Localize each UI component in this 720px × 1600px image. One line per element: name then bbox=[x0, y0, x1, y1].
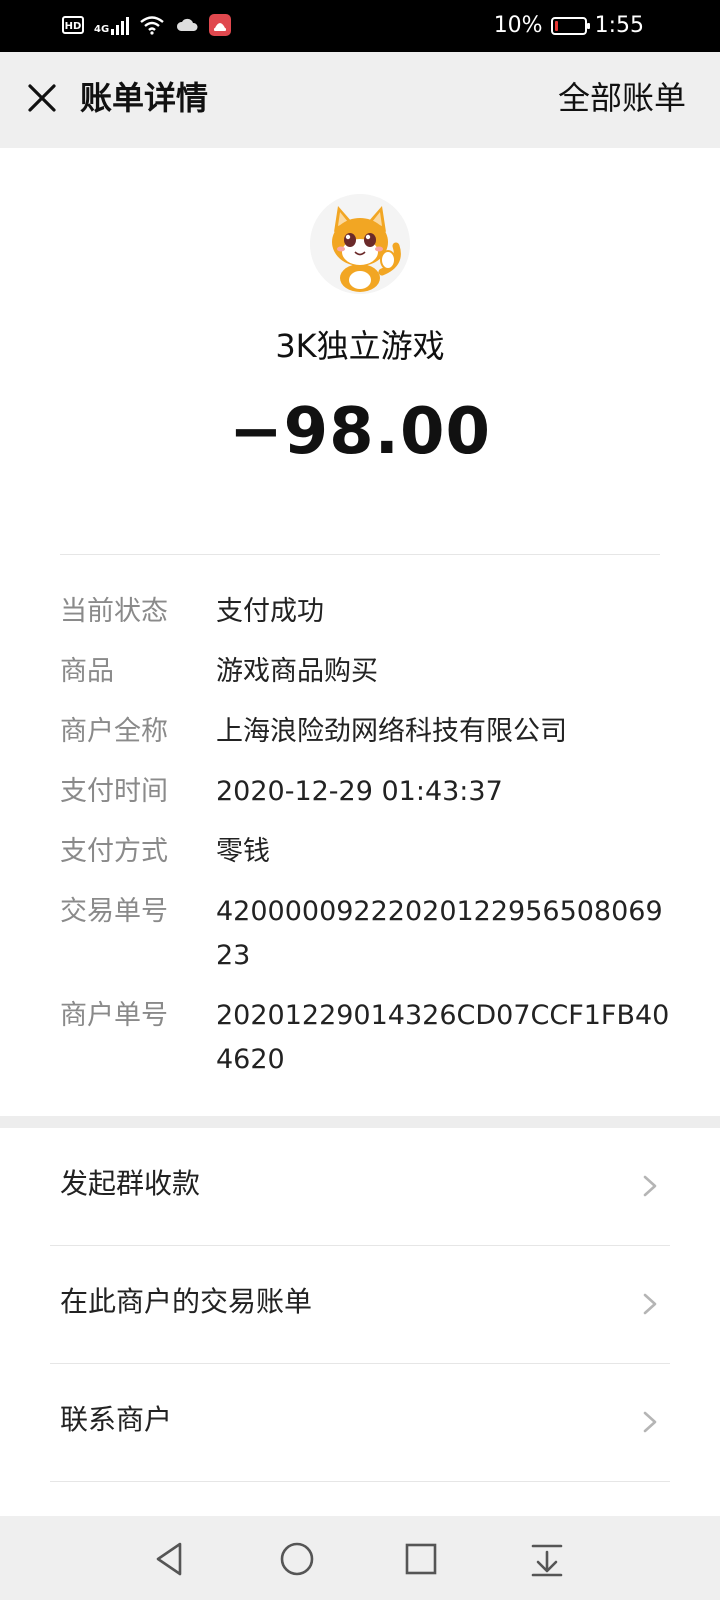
info-value: 2020-12-29 01:43:37 bbox=[216, 776, 503, 807]
merchant-avatar bbox=[310, 194, 410, 294]
cloud-icon bbox=[177, 18, 198, 31]
battery-level bbox=[554, 21, 558, 31]
chevron-right-icon bbox=[643, 1175, 657, 1197]
back-icon[interactable] bbox=[146, 1534, 196, 1584]
info-label: 支付时间 bbox=[60, 776, 168, 807]
status-indicators: HD 4G bbox=[62, 14, 232, 36]
status-bar: HD 4G 10% 1:55 bbox=[0, 0, 720, 52]
all-bills-button[interactable]: 全部账单 bbox=[558, 76, 686, 120]
info-value[interactable]: 20201229014326CD07CCF1FB404620 bbox=[216, 994, 670, 1082]
bill-info-list: 当前状态 支付成功 商品 游戏商品购买 商户全称 上海浪险劲网络科技有限公司 支… bbox=[60, 590, 670, 1098]
wifi-icon bbox=[140, 16, 164, 35]
info-value[interactable]: 4200000922202012295650806923 bbox=[216, 890, 670, 978]
info-label: 支付方式 bbox=[60, 836, 168, 867]
menu-item-label: 联系商户 bbox=[60, 1403, 173, 1436]
menu-item-merchant-transactions[interactable]: 在此商户的交易账单 bbox=[50, 1246, 670, 1364]
menu-item-label: 发起群收款 bbox=[60, 1167, 201, 1200]
info-value: 上海浪险劲网络科技有限公司 bbox=[216, 716, 567, 747]
system-navigation-bar bbox=[0, 1516, 720, 1600]
network-indicator: 4G bbox=[94, 15, 130, 35]
network-type-label: 4G bbox=[94, 24, 110, 35]
info-row-merchant-order-id: 商户单号 20201229014326CD07CCF1FB404620 bbox=[60, 994, 670, 1082]
info-label: 交易单号 bbox=[60, 896, 168, 927]
clock: 1:55 bbox=[594, 13, 644, 38]
chevron-right-icon bbox=[643, 1293, 657, 1315]
menu-item-label: 在此商户的交易账单 bbox=[60, 1285, 313, 1318]
menu-item-contact-merchant[interactable]: 联系商户 bbox=[50, 1364, 670, 1482]
info-row-transaction-id: 交易单号 4200000922202012295650806923 bbox=[60, 890, 670, 978]
signal-icon bbox=[111, 15, 130, 35]
info-label: 当前状态 bbox=[60, 596, 168, 627]
bill-detail-card: 3K独立游戏 −98.00 当前状态 支付成功 商品 游戏商品购买 商户全称 上… bbox=[0, 148, 720, 1116]
info-row-status: 当前状态 支付成功 bbox=[60, 590, 670, 634]
action-menu: 发起群收款 在此商户的交易账单 联系商户 bbox=[0, 1128, 720, 1516]
cat-mascot-avatar-icon bbox=[310, 194, 410, 294]
close-icon[interactable] bbox=[18, 74, 66, 122]
page-title: 账单详情 bbox=[80, 79, 209, 117]
home-icon[interactable] bbox=[272, 1534, 322, 1584]
status-right: 10% 1:55 bbox=[494, 10, 644, 42]
hd-icon: HD bbox=[62, 16, 84, 34]
chevron-right-icon bbox=[643, 1411, 657, 1433]
info-value: 零钱 bbox=[216, 836, 270, 867]
info-row-payment-method: 支付方式 零钱 bbox=[60, 830, 670, 874]
menu-item-group-collection[interactable]: 发起群收款 bbox=[50, 1128, 670, 1246]
info-label: 商户单号 bbox=[60, 1000, 168, 1031]
info-value: 支付成功 bbox=[216, 596, 324, 627]
merchant-name: 3K独立游戏 bbox=[275, 327, 445, 365]
info-row-merchant-full-name: 商户全称 上海浪险劲网络科技有限公司 bbox=[60, 710, 670, 754]
recents-icon[interactable] bbox=[396, 1534, 446, 1584]
info-label: 商户全称 bbox=[60, 716, 168, 747]
info-label: 商品 bbox=[60, 656, 114, 687]
divider bbox=[60, 554, 660, 555]
info-row-payment-time: 支付时间 2020-12-29 01:43:37 bbox=[60, 770, 670, 814]
info-value: 游戏商品购买 bbox=[216, 656, 378, 687]
payment-amount: −98.00 bbox=[228, 395, 492, 469]
info-row-product: 商品 游戏商品购买 bbox=[60, 650, 670, 694]
battery-icon bbox=[550, 17, 590, 35]
notification-pulldown-icon[interactable] bbox=[522, 1534, 572, 1584]
nav-bar: 账单详情 全部账单 bbox=[0, 52, 720, 148]
battery-percent: 10% bbox=[493, 13, 543, 38]
app-notification-icon bbox=[209, 14, 232, 36]
